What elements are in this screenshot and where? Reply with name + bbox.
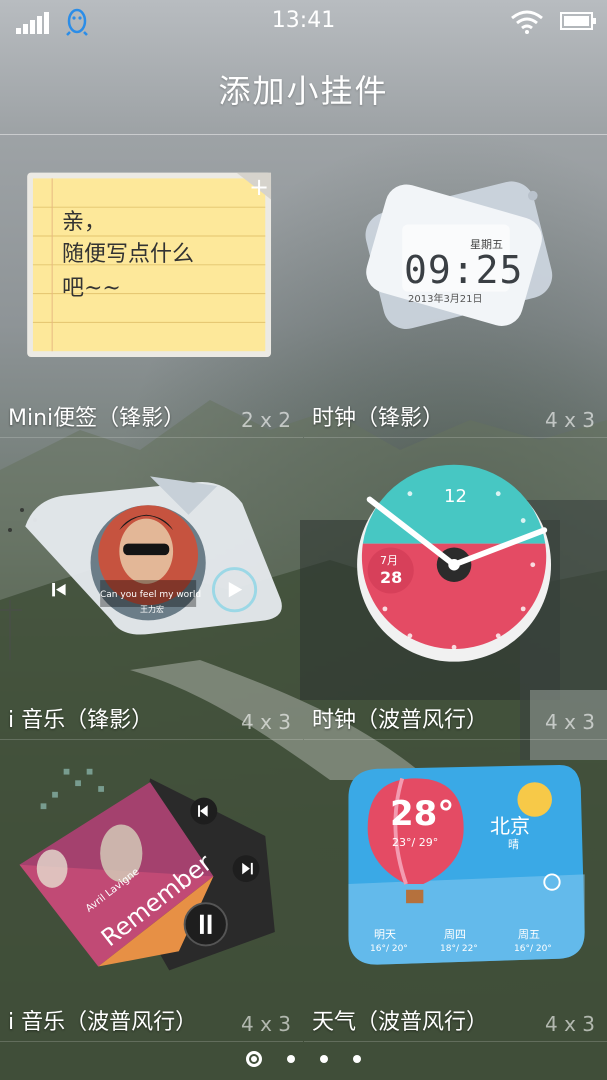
page-dot-4[interactable] (353, 1054, 362, 1063)
widget-label: 时钟（锋影） (312, 406, 445, 431)
widget-imusic-fengying[interactable]: Can you feel my world 王力宏 i 音乐（锋影） 4 x 3 (0, 438, 303, 740)
widget-clock-fengying[interactable]: 星期五 09:25 2013年3月21日 时钟（锋影） 4 x 3 (304, 140, 607, 438)
row-separator (0, 1041, 303, 1042)
widget-label: i 音乐（锋影） (8, 708, 154, 733)
note-line-2: 随便写点什么 (62, 242, 195, 267)
forecast-range-3: 16°/ 20° (514, 944, 552, 954)
song-artist: 王力宏 (140, 605, 164, 614)
imusic-pop-preview (19, 768, 275, 971)
clock-twelve: 12 (444, 486, 467, 507)
forecast-day-3: 周五 (518, 928, 540, 941)
forecast-day-2: 周四 (444, 928, 466, 941)
page-indicator[interactable] (0, 1048, 607, 1072)
date-month: 7月 (380, 554, 398, 567)
page-dot-2[interactable] (286, 1054, 295, 1063)
clock-time: 09:25 (404, 248, 524, 292)
forecast-range-2: 18°/ 22° (440, 944, 478, 954)
weather-condition: 晴 (508, 838, 519, 851)
widget-size: 4 x 3 (241, 710, 291, 734)
widget-size: 4 x 3 (545, 408, 595, 432)
widget-label: 时钟（波普风行） (312, 708, 489, 733)
clock-pop-preview (357, 464, 552, 662)
status-bar: 13:41 (0, 0, 607, 44)
imusic-fengying-preview (25, 476, 282, 635)
note-line-1: 亲， (62, 210, 107, 235)
widget-size: 4 x 3 (241, 1012, 291, 1036)
forecast-day-1: 明天 (374, 928, 396, 941)
forecast-range-1: 16°/ 20° (370, 944, 408, 954)
widget-imusic-pop[interactable]: Avril Lavigne Remember i 音乐（波普风行） 4 x 3 (0, 740, 303, 1042)
page-dot-1-active[interactable] (245, 1050, 262, 1067)
widget-clock-pop[interactable]: 12 7月 28 时钟（波普风行） 4 x 3 (304, 438, 607, 740)
note-line-3: 吧~~ (62, 276, 121, 301)
weather-city: 北京 (490, 814, 530, 838)
song-title: Can you feel my world (100, 590, 202, 600)
date-day: 28 (380, 568, 403, 587)
wifi-icon (511, 10, 543, 34)
weather-range: 23°/ 29° (392, 836, 439, 849)
widget-mini-note[interactable]: + 亲， 随便写点什么 吧~~ Mini便签（锋影） 2 x 2 (0, 140, 303, 438)
widget-weather-pop[interactable]: 28° 23°/ 29° 北京 晴 明天 16°/ 20° 周四 18°/ 22… (304, 740, 607, 1042)
widget-size: 2 x 2 (241, 408, 291, 432)
widget-label: Mini便签（锋影） (8, 406, 186, 431)
add-note-icon[interactable]: + (248, 175, 270, 199)
widget-size: 4 x 3 (545, 710, 595, 734)
title-divider (0, 134, 607, 135)
clock-date: 2013年3月21日 (408, 294, 483, 305)
battery-icon (560, 12, 596, 30)
widget-label: 天气（波普风行） (312, 1010, 489, 1035)
widget-size: 4 x 3 (545, 1012, 595, 1036)
weather-temp: 28° (390, 794, 455, 834)
widget-label: i 音乐（波普风行） (8, 1010, 198, 1035)
page-dot-3[interactable] (320, 1054, 329, 1063)
row-separator (304, 1041, 607, 1042)
page-title: 添加小挂件 (218, 72, 389, 110)
